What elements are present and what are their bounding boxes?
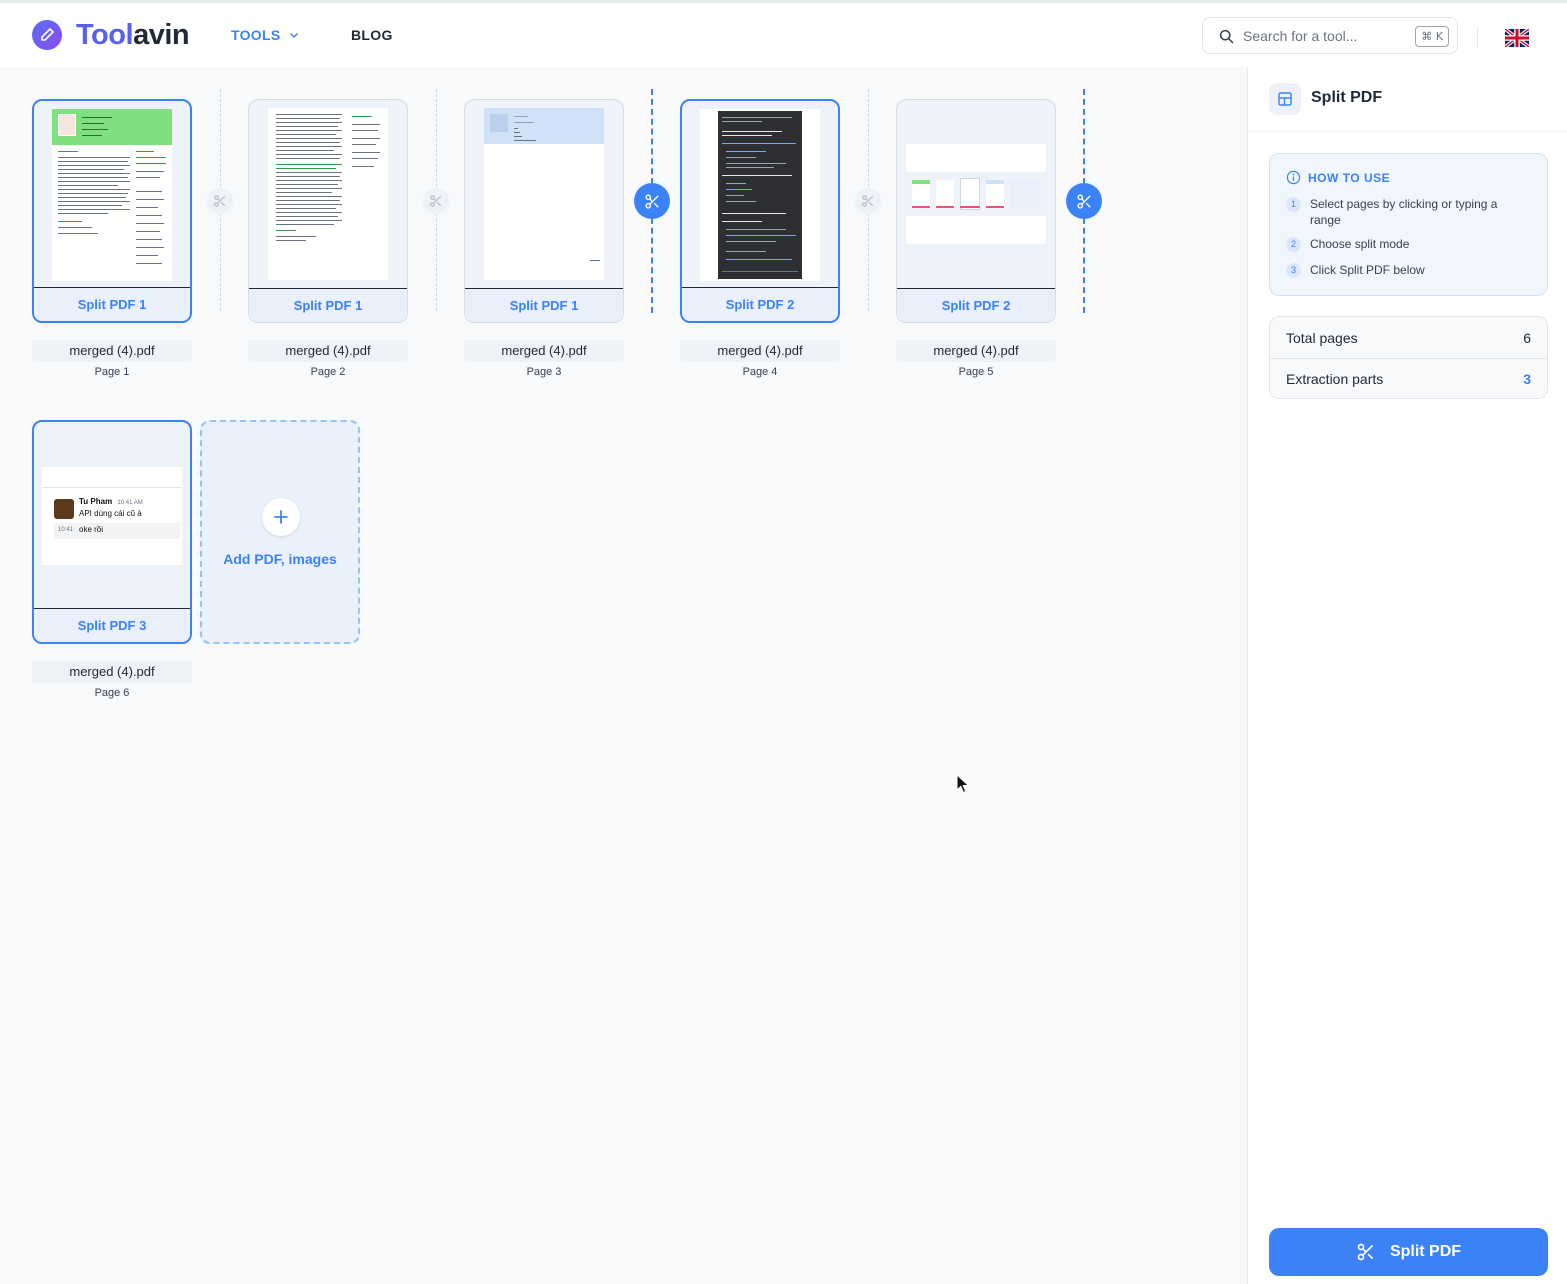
page-thumbnail — [34, 101, 190, 288]
how-to-step: 3 Click Split PDF below — [1286, 262, 1525, 278]
page-thumbnail: Tu Pham 10:41 AM API dùng cái cũ à 10:41… — [34, 422, 190, 609]
chat-time: 10:41 AM — [117, 499, 143, 506]
layout-icon — [1269, 83, 1301, 115]
chat-message: oke rồi — [79, 524, 104, 534]
chat-author: Tu Pham — [79, 496, 113, 506]
mouse-cursor-icon — [956, 774, 970, 794]
scissors-icon — [862, 195, 874, 207]
uk-flag-icon[interactable] — [1505, 29, 1529, 47]
file-name: merged (4).pdf — [464, 340, 624, 362]
scissors-icon — [1076, 193, 1091, 209]
file-name: merged (4).pdf — [896, 340, 1056, 362]
pen-icon — [32, 20, 62, 50]
part-label: Split PDF 2 — [897, 288, 1055, 322]
scissors-icon — [430, 195, 442, 207]
split-toggle-button-active[interactable] — [1066, 183, 1102, 219]
part-label: Split PDF 3 — [34, 608, 190, 642]
nav-tools-dropdown[interactable]: TOOLS — [231, 27, 300, 43]
page-thumbnail — [465, 100, 623, 287]
stats-box: Total pages 6 Extraction parts 3 — [1269, 316, 1548, 399]
how-to-step: 1 Select pages by clicking or typing a r… — [1286, 196, 1525, 228]
shortcut-hint: ⌘ K — [1415, 26, 1449, 47]
nav-blog-link[interactable]: BLOG — [351, 27, 393, 43]
page-card-5[interactable]: Split PDF 2 — [896, 99, 1056, 323]
page-grid: Split PDF 1 merged (4).pdf Page 1 Split … — [0, 67, 1247, 1284]
file-name: merged (4).pdf — [32, 340, 192, 362]
brand-name: Toolavin — [76, 19, 190, 51]
page-number: Page 3 — [526, 366, 562, 378]
page-card-2[interactable]: Split PDF 1 — [248, 99, 408, 323]
page-thumbnail — [249, 100, 407, 287]
page-number: Page 4 — [742, 366, 778, 378]
page-card-1[interactable]: Split PDF 1 — [32, 99, 192, 323]
scissors-icon — [1357, 1243, 1374, 1261]
search-box[interactable]: ⌘ K — [1202, 17, 1458, 54]
chat-time: 10:41 — [58, 526, 74, 533]
chevron-down-icon — [290, 32, 299, 39]
part-label: Split PDF 1 — [34, 287, 190, 321]
sidebar-header: Split PDF — [1248, 67, 1567, 132]
part-label: Split PDF 1 — [465, 288, 623, 322]
how-to-step: 2 Choose split mode — [1286, 236, 1525, 252]
chat-message: API dùng cái cũ à — [79, 508, 142, 518]
page-number: Page 1 — [94, 366, 130, 378]
top-header: Toolavin TOOLS BLOG ⌘ K — [0, 3, 1567, 67]
how-to-use-heading: HOW TO USE — [1286, 170, 1390, 185]
page-number: Page 5 — [958, 366, 994, 378]
sidebar-title: Split PDF — [1311, 89, 1383, 106]
header-divider — [1477, 27, 1478, 49]
search-input[interactable] — [1243, 26, 1408, 46]
nav-tools-label: TOOLS — [231, 27, 281, 43]
info-icon — [1286, 170, 1301, 185]
add-files-label: Add PDF, images — [223, 551, 337, 567]
file-name: merged (4).pdf — [248, 340, 408, 362]
split-toggle-button[interactable] — [423, 188, 449, 214]
page-number: Page 2 — [310, 366, 346, 378]
stat-total-pages: Total pages 6 — [1286, 329, 1531, 346]
scissors-icon — [644, 193, 659, 209]
part-label: Split PDF 2 — [682, 287, 838, 321]
file-name: merged (4).pdf — [32, 661, 192, 683]
search-icon — [1219, 29, 1234, 44]
file-name: merged (4).pdf — [680, 340, 840, 362]
part-label: Split PDF 1 — [249, 288, 407, 322]
tool-sidebar: Split PDF HOW TO USE 1 Select pages by c… — [1247, 67, 1567, 1284]
page-card-6[interactable]: Tu Pham 10:41 AM API dùng cái cũ à 10:41… — [32, 420, 192, 644]
plus-icon — [262, 498, 300, 536]
split-toggle-button[interactable] — [207, 188, 233, 214]
stat-extraction-parts: Extraction parts 3 — [1270, 358, 1547, 398]
page-thumbnail — [897, 100, 1055, 287]
scissors-icon — [214, 195, 226, 207]
page-card-3[interactable]: Split PDF 1 — [464, 99, 624, 323]
split-toggle-button[interactable] — [855, 188, 881, 214]
page-thumbnail — [682, 101, 838, 288]
brand-logo[interactable]: Toolavin — [32, 17, 190, 53]
page-number: Page 6 — [94, 687, 130, 699]
split-pdf-button[interactable]: Split PDF — [1269, 1228, 1548, 1276]
page-card-4[interactable]: Split PDF 2 — [680, 99, 840, 323]
add-files-card[interactable]: Add PDF, images — [200, 420, 360, 644]
how-to-use-box: HOW TO USE 1 Select pages by clicking or… — [1269, 153, 1548, 296]
split-toggle-button-active[interactable] — [634, 183, 670, 219]
